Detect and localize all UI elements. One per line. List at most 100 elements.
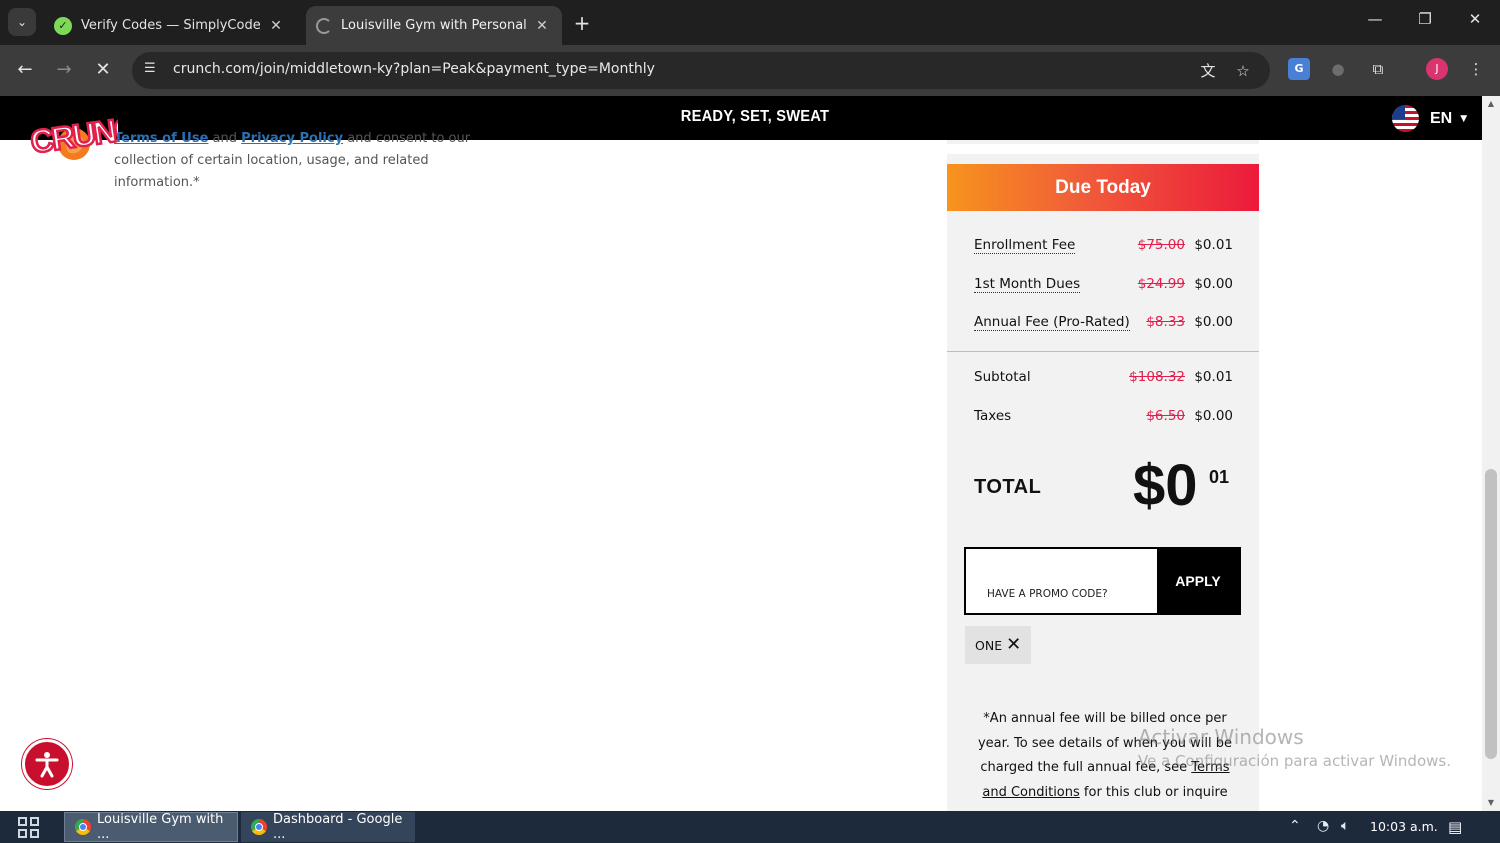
original-price: $24.99 bbox=[1137, 276, 1185, 292]
bookmark-star-icon[interactable]: ☆ bbox=[1232, 60, 1254, 82]
tab-search-button[interactable]: ⌄ bbox=[8, 8, 36, 36]
total-cents: 01 bbox=[1209, 467, 1230, 487]
taskbar-item-louisville-gym[interactable]: Louisville Gym with ... bbox=[64, 812, 238, 842]
svg-text:CRUNCH: CRUNCH bbox=[28, 107, 118, 160]
simplycodes-favicon-icon: ✓ bbox=[54, 16, 72, 35]
discounted-price: $0.00 bbox=[1194, 408, 1233, 424]
browser-menu-icon[interactable]: ⋮ bbox=[1465, 58, 1487, 80]
close-tab-icon[interactable]: ✕ bbox=[266, 18, 286, 34]
restore-window-icon[interactable]: ❐ bbox=[1410, 10, 1440, 28]
crunch-logo[interactable]: CRUNCH bbox=[27, 104, 160, 162]
scroll-up-arrow-icon[interactable]: ▲ bbox=[1482, 96, 1500, 112]
scroll-down-arrow-icon[interactable]: ▼ bbox=[1482, 795, 1500, 811]
us-flag-icon bbox=[1392, 105, 1419, 132]
consent-text: Terms of Use and Privacy Policy and cons… bbox=[114, 128, 474, 194]
watermark-line-1: Activar Windows bbox=[1138, 725, 1304, 749]
subtotal-label: Subtotal bbox=[974, 369, 1031, 385]
discounted-price: $0.01 bbox=[1194, 237, 1233, 253]
discounted-price: $0.00 bbox=[1194, 276, 1233, 292]
summary-divider bbox=[947, 351, 1259, 352]
consent-line-2: collection of certain location, usage, a… bbox=[114, 153, 429, 168]
discounted-price: $0.01 bbox=[1194, 369, 1233, 385]
line-item-first-month-dues: 1st Month Dues $24.99 $0.00 bbox=[974, 276, 1233, 296]
panel-top-strip bbox=[947, 140, 1259, 154]
line-item-label[interactable]: Annual Fee (Pro-Rated) bbox=[974, 314, 1130, 331]
tab-simplycodes[interactable]: ✓ Verify Codes — SimplyCodes ✕ bbox=[44, 6, 296, 45]
translate-page-icon[interactable]: 文 bbox=[1197, 60, 1219, 82]
promo-code-form: APPLY bbox=[964, 547, 1241, 615]
discounted-price: $0.00 bbox=[1194, 314, 1233, 330]
browser-toolbar: ← → ✕ ☰ crunch.com/join/middletown-ky?pl… bbox=[0, 45, 1500, 96]
site-tagline: READY, SET, SWEAT bbox=[680, 108, 830, 125]
applied-promo-chip: ONE ✕ bbox=[965, 626, 1032, 664]
accessibility-person-icon bbox=[35, 752, 59, 778]
due-today-header: Due Today bbox=[947, 164, 1259, 211]
action-center-icon[interactable]: ▤ bbox=[1448, 818, 1468, 836]
subtotal-row: Subtotal $108.32 $0.01 bbox=[974, 369, 1233, 389]
terms-of-use-link[interactable]: Terms of Use bbox=[114, 131, 208, 146]
line-item-annual-fee: Annual Fee (Pro-Rated) $8.33 $0.00 bbox=[974, 314, 1233, 334]
language-selector[interactable]: EN ▼ bbox=[1392, 105, 1467, 132]
extensions-puzzle-icon[interactable]: ⧉ bbox=[1367, 58, 1389, 80]
original-price: $75.00 bbox=[1137, 237, 1185, 253]
browser-tab-strip: ⌄ ✓ Verify Codes — SimplyCodes ✕ Louisvi… bbox=[0, 0, 1500, 45]
remove-promo-icon[interactable]: ✕ bbox=[1006, 636, 1021, 654]
applied-promo-code: ONE bbox=[975, 637, 1003, 653]
chevron-down-icon: ⌄ bbox=[16, 15, 28, 29]
taskbar-clock[interactable]: 10:03 a.m. bbox=[1370, 819, 1438, 834]
taskbar-item-dashboard[interactable]: Dashboard - Google ... bbox=[241, 812, 415, 842]
consent-tail: and consent to our bbox=[347, 131, 471, 146]
promo-code-input[interactable] bbox=[966, 549, 1159, 613]
network-wifi-icon[interactable]: ◔ bbox=[1317, 818, 1329, 834]
google-translate-extension-icon[interactable]: G bbox=[1288, 58, 1310, 80]
extension-icon[interactable]: ● bbox=[1327, 58, 1349, 80]
close-tab-icon[interactable]: ✕ bbox=[532, 18, 552, 34]
note-tail: for this club or inquire bbox=[1083, 784, 1228, 800]
taxes-label: Taxes bbox=[974, 408, 1012, 424]
close-window-icon[interactable]: ✕ bbox=[1460, 10, 1490, 28]
line-item-label[interactable]: Enrollment Fee bbox=[974, 237, 1076, 254]
apply-promo-button[interactable]: APPLY bbox=[1157, 549, 1239, 613]
start-menu-icon[interactable] bbox=[18, 817, 40, 839]
total-label: TOTAL bbox=[974, 476, 1042, 498]
forward-arrow-icon[interactable]: → bbox=[52, 58, 76, 82]
original-price: $8.33 bbox=[1146, 314, 1185, 330]
taskbar-item-label: Louisville Gym with ... bbox=[97, 812, 224, 842]
new-tab-button[interactable]: + bbox=[570, 11, 594, 35]
language-code: EN bbox=[1430, 109, 1453, 127]
scroll-thumb[interactable] bbox=[1485, 469, 1497, 759]
privacy-policy-link[interactable]: Privacy Policy bbox=[241, 131, 343, 146]
profile-avatar[interactable]: J bbox=[1426, 58, 1448, 80]
taxes-row: Taxes $6.50 $0.00 bbox=[974, 408, 1233, 428]
original-price: $6.50 bbox=[1146, 408, 1185, 424]
consent-and: and bbox=[212, 131, 238, 146]
tab-title: Verify Codes — SimplyCodes bbox=[81, 18, 260, 33]
tab-title: Louisville Gym with Personal Tra bbox=[341, 18, 526, 33]
tab-crunch[interactable]: Louisville Gym with Personal Tra ✕ bbox=[306, 6, 562, 45]
watermark-line-2: Ve a Configuración para activar Windows. bbox=[1138, 752, 1451, 770]
back-arrow-icon[interactable]: ← bbox=[13, 58, 37, 82]
original-price: $108.32 bbox=[1129, 369, 1185, 385]
line-item-label[interactable]: 1st Month Dues bbox=[974, 276, 1081, 293]
windows-activation-watermark: Activar Windows Ve a Configuración para … bbox=[1138, 725, 1451, 770]
taskbar-item-label: Dashboard - Google ... bbox=[273, 812, 403, 842]
line-item-enrollment-fee: Enrollment Fee $75.00 $0.01 bbox=[974, 237, 1233, 257]
address-bar[interactable]: ☰ crunch.com/join/middletown-ky?plan=Pea… bbox=[132, 52, 1270, 89]
minimize-window-icon[interactable]: — bbox=[1360, 10, 1390, 28]
crunch-logo-graphic: CRUNCH bbox=[27, 106, 160, 162]
volume-muted-icon[interactable]: 🔈︎ bbox=[1341, 818, 1349, 834]
chrome-icon bbox=[251, 819, 267, 835]
total-dollars: $0 bbox=[1133, 453, 1198, 518]
site-settings-icon[interactable]: ☰ bbox=[144, 61, 162, 79]
order-summary-panel: Due Today Enrollment Fee $75.00 $0.01 1s… bbox=[947, 140, 1259, 811]
caret-down-icon: ▼ bbox=[1460, 113, 1468, 124]
accessibility-button[interactable] bbox=[22, 739, 72, 789]
url-text[interactable]: crunch.com/join/middletown-ky?plan=Peak&… bbox=[173, 61, 655, 77]
chrome-icon bbox=[75, 819, 91, 835]
consent-line-3: information.* bbox=[114, 175, 200, 190]
show-hidden-icons-icon[interactable]: ⌃ bbox=[1289, 818, 1301, 834]
page-scrollbar[interactable]: ▲ ▼ bbox=[1482, 96, 1500, 811]
loading-spinner-icon bbox=[316, 17, 332, 34]
windows-taskbar: Louisville Gym with ... Dashboard - Goog… bbox=[0, 811, 1500, 843]
stop-loading-icon[interactable]: ✕ bbox=[91, 58, 115, 82]
